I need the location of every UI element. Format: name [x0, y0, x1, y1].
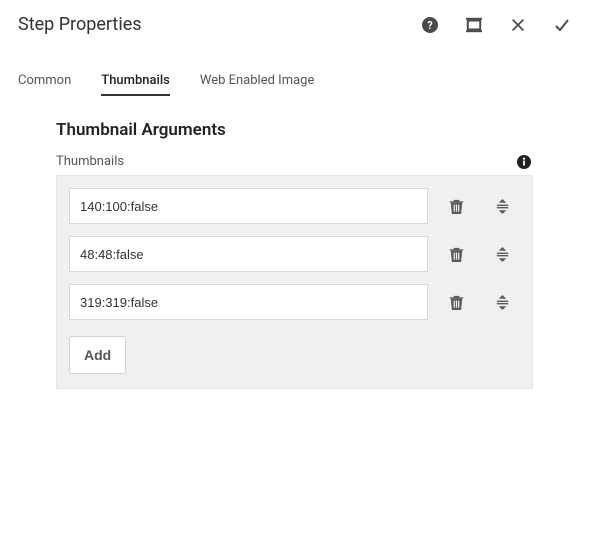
delete-icon[interactable] [438, 236, 474, 272]
reorder-icon[interactable] [484, 284, 520, 320]
multifield-row [69, 188, 520, 224]
content-area: Thumbnail Arguments Thumbnails [0, 96, 589, 389]
dialog-title: Step Properties [18, 14, 421, 35]
close-icon[interactable] [509, 16, 527, 34]
delete-icon[interactable] [438, 188, 474, 224]
dialog-header: Step Properties ? [0, 0, 589, 45]
thumbnail-arg-input[interactable] [69, 188, 428, 224]
reorder-icon[interactable] [484, 188, 520, 224]
tab-common[interactable]: Common [18, 73, 71, 96]
multifield-panel: Add [56, 175, 533, 389]
thumbnail-arg-input[interactable] [69, 284, 428, 320]
svg-text:?: ? [427, 19, 433, 32]
help-icon[interactable]: ? [421, 16, 439, 34]
field-label: Thumbnails [56, 154, 124, 169]
field-label-row: Thumbnails [56, 154, 533, 169]
info-icon[interactable] [517, 155, 531, 169]
delete-icon[interactable] [438, 284, 474, 320]
section-title: Thumbnail Arguments [56, 120, 533, 140]
tab-thumbnails[interactable]: Thumbnails [101, 73, 170, 96]
tab-web-enabled-image[interactable]: Web Enabled Image [200, 73, 315, 96]
confirm-icon[interactable] [553, 16, 571, 34]
add-button[interactable]: Add [69, 336, 126, 374]
fullscreen-icon[interactable] [465, 16, 483, 34]
header-actions: ? [421, 16, 571, 34]
multifield-row [69, 284, 520, 320]
tab-bar: Common Thumbnails Web Enabled Image [0, 45, 589, 96]
reorder-icon[interactable] [484, 236, 520, 272]
thumbnail-arg-input[interactable] [69, 236, 428, 272]
multifield-row [69, 236, 520, 272]
